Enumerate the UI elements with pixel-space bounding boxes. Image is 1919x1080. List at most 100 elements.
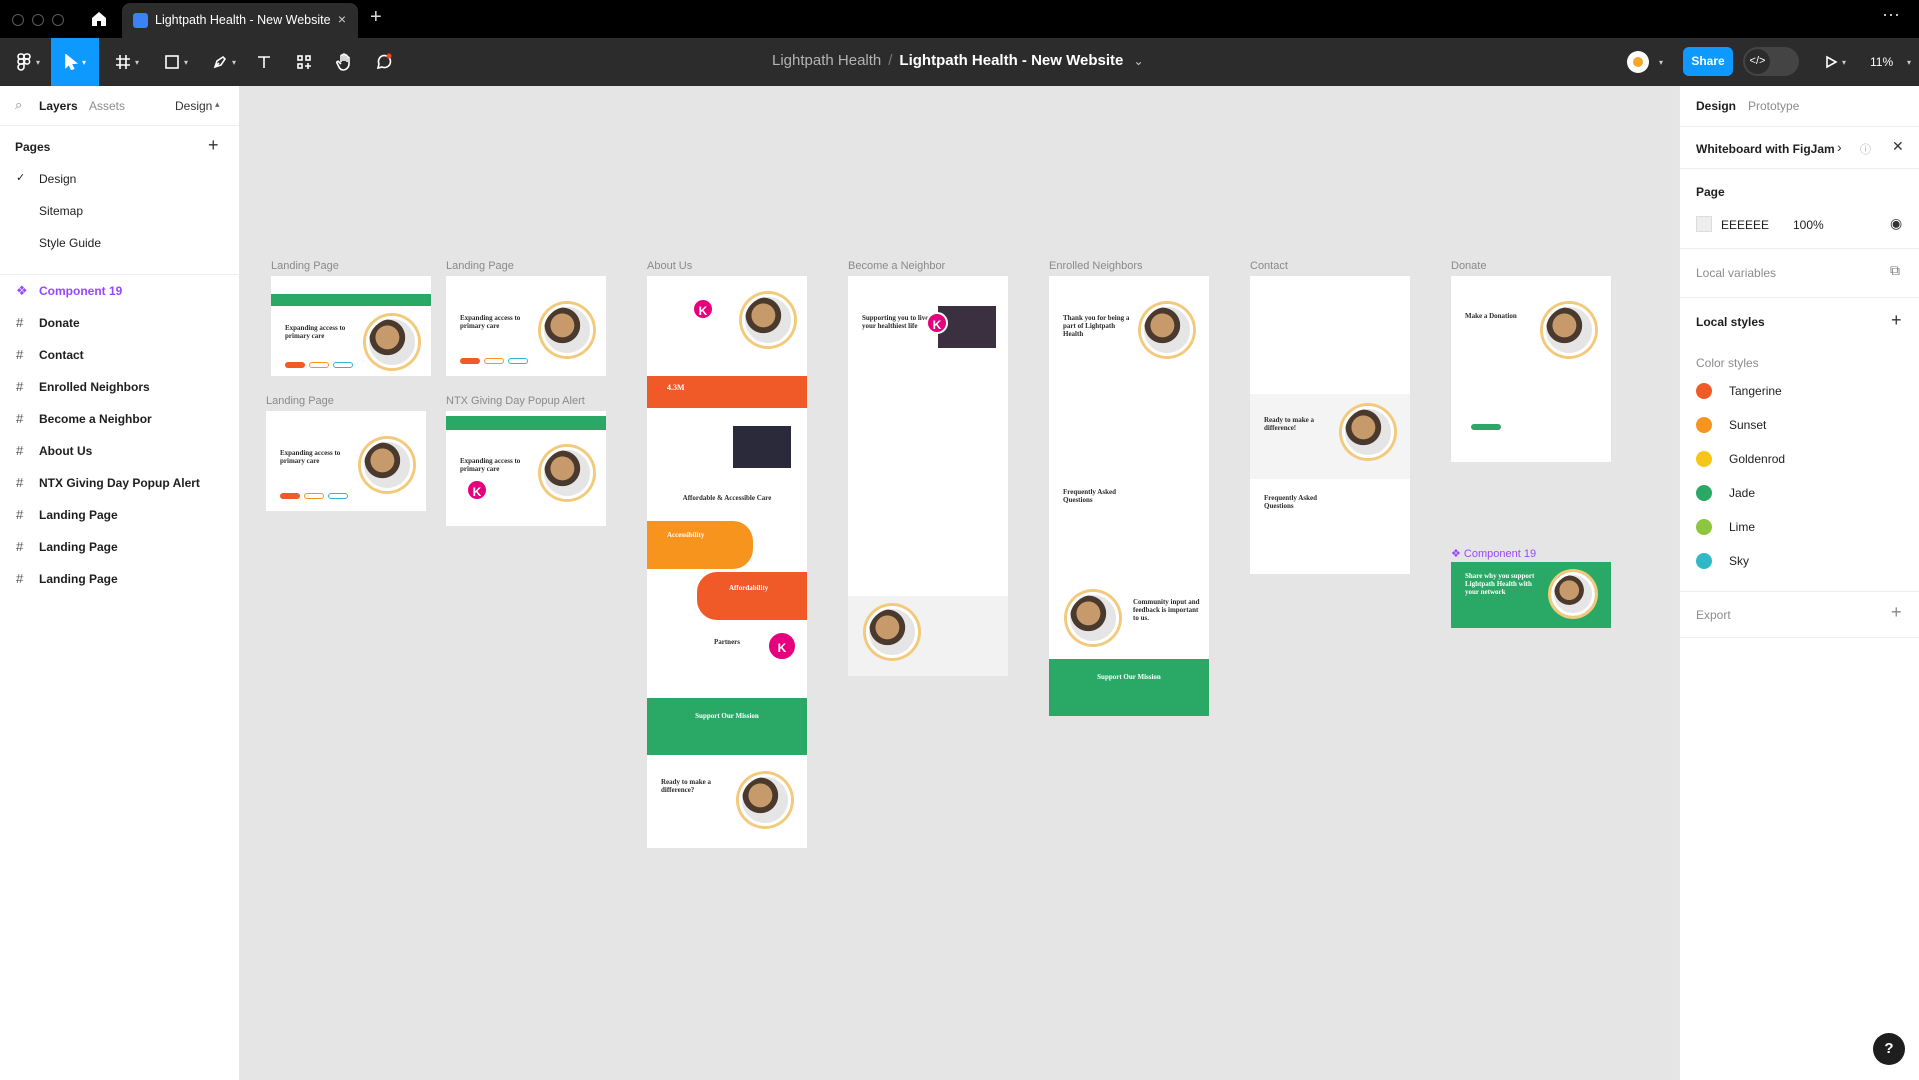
text-tool-button[interactable] <box>250 38 278 86</box>
eye-icon[interactable]: ◉ <box>1890 215 1902 232</box>
present-button[interactable]: ▾ <box>1817 38 1853 86</box>
layer-item-component-19[interactable]: ❖ Component 19 <box>0 276 240 306</box>
dev-mode-toggle[interactable]: </> <box>1743 47 1799 76</box>
color-style-name: Tangerine <box>1729 384 1782 398</box>
left-panel-tabs: ⌕ Layers Assets Design ▴ <box>0 86 239 126</box>
component-19[interactable]: Share why you support Lightpath Health w… <box>1451 562 1611 628</box>
page-item-style-guide[interactable]: Style Guide <box>0 229 240 257</box>
help-circle-icon[interactable]: ⓘ <box>1860 141 1871 157</box>
frame-tool-button[interactable]: ▾ <box>107 38 147 86</box>
new-tab-plus-icon[interactable]: + <box>370 6 382 29</box>
section-photo <box>1342 406 1394 458</box>
window-close-dot[interactable] <box>12 14 24 26</box>
section-photo <box>1067 592 1119 644</box>
frame-landing-page[interactable]: Expanding access to primary care <box>266 411 426 511</box>
left-sidebar: ⌕ Layers Assets Design ▴ Pages + ✓ Desig… <box>0 86 240 1080</box>
move-tool-button[interactable]: ▾ <box>51 38 99 86</box>
frame-landing-page[interactable]: Expanding access to primary care <box>271 276 431 376</box>
frame-label-enrolled-neighbors[interactable]: Enrolled Neighbors <box>1049 260 1143 272</box>
hand-tool-button[interactable] <box>330 38 358 86</box>
design-canvas[interactable]: Landing Page Expanding access to primary… <box>240 86 1679 1080</box>
layer-item-landing-page[interactable]: # Landing Page <box>0 500 240 530</box>
share-button[interactable]: Share <box>1683 47 1733 76</box>
chevron-right-icon[interactable]: › <box>1837 139 1842 155</box>
frame-about-us[interactable]: K 4.3M Affordable & Accessible Care Acce… <box>647 276 807 848</box>
page-color-swatch[interactable] <box>1696 216 1712 232</box>
frame-enrolled-neighbors[interactable]: Thank you for being a part of Lightpath … <box>1049 276 1209 716</box>
frame-icon: # <box>16 379 24 394</box>
help-button[interactable]: ? <box>1873 1033 1905 1065</box>
tab-assets[interactable]: Assets <box>89 99 125 113</box>
color-swatch <box>1696 451 1712 467</box>
chevron-down-icon[interactable]: ⌄ <box>1134 54 1144 68</box>
main-menu-button[interactable]: ▾ <box>8 38 48 86</box>
layer-item-ntx-giving-day[interactable]: # NTX Giving Day Popup Alert <box>0 468 240 498</box>
frame-label-become-a-neighbor[interactable]: Become a Neighbor <box>848 260 945 272</box>
page-opacity-value[interactable]: 100% <box>1793 218 1824 232</box>
frame-label-donate[interactable]: Donate <box>1451 260 1486 272</box>
hero-photo <box>366 316 418 368</box>
add-export-plus-icon[interactable]: + <box>1891 602 1902 623</box>
whiteboard-banner[interactable]: Whiteboard with FigJam <box>1696 142 1835 156</box>
tab-title: Lightpath Health - New Website <box>155 13 331 27</box>
more-icon[interactable]: ⋯ <box>1882 5 1901 26</box>
search-icon[interactable]: ⌕ <box>15 97 22 113</box>
team-name[interactable]: Lightpath Health <box>772 52 881 69</box>
window-zoom-dot[interactable] <box>52 14 64 26</box>
sliders-icon[interactable]: ⧉ <box>1890 262 1900 279</box>
home-icon[interactable] <box>88 8 110 30</box>
tab-layers[interactable]: Layers <box>39 99 78 113</box>
pen-tool-button[interactable]: ▾ <box>204 38 244 86</box>
cta-button <box>484 358 504 364</box>
zoom-level[interactable]: 11% <box>1870 55 1893 69</box>
layer-item-about-us[interactable]: # About Us <box>0 436 240 466</box>
layer-item-donate[interactable]: # Donate <box>0 308 240 338</box>
comment-tool-button[interactable] <box>370 38 398 86</box>
page-item-sitemap[interactable]: Sitemap <box>0 197 240 225</box>
frame-label-contact[interactable]: Contact <box>1250 260 1288 272</box>
user-avatar[interactable] <box>1627 51 1649 73</box>
add-page-plus-icon[interactable]: + <box>208 135 219 156</box>
shape-tool-button[interactable]: ▾ <box>156 38 196 86</box>
frame-label-landing-page[interactable]: Landing Page <box>271 260 339 272</box>
add-style-plus-icon[interactable]: + <box>1891 310 1902 331</box>
local-variables-label[interactable]: Local variables <box>1696 266 1776 280</box>
frame-label-landing-page[interactable]: Landing Page <box>266 395 334 407</box>
component-label[interactable]: ❖ Component 19 <box>1451 547 1536 560</box>
file-name[interactable]: Lightpath Health - New Website <box>899 52 1123 69</box>
page-label: Design <box>39 172 77 186</box>
page-item-design[interactable]: ✓ Design <box>0 165 240 193</box>
window-minimize-dot[interactable] <box>32 14 44 26</box>
page-selector[interactable]: Design <box>175 99 212 113</box>
divider <box>1680 297 1919 298</box>
tab-prototype[interactable]: Prototype <box>1748 99 1799 113</box>
frame-label-about-us[interactable]: About Us <box>647 260 692 272</box>
comment-icon <box>376 53 392 70</box>
chevron-down-icon[interactable]: ▾ <box>1659 58 1663 67</box>
export-label[interactable]: Export <box>1696 608 1731 622</box>
layer-item-contact[interactable]: # Contact <box>0 340 240 370</box>
close-icon[interactable]: × <box>338 11 346 27</box>
frame-landing-page[interactable]: Expanding access to primary care <box>446 276 606 376</box>
figma-logo-icon <box>17 53 31 71</box>
frame-label-ntx-popup[interactable]: NTX Giving Day Popup Alert <box>446 395 585 407</box>
frame-ntx-popup[interactable]: Expanding access to primary care K <box>446 411 606 526</box>
hand-icon <box>336 53 350 71</box>
frame-contact[interactable]: Ready to make a difference! Frequently A… <box>1250 276 1410 574</box>
layer-label: Component 19 <box>39 284 123 298</box>
layer-item-become-a-neighbor[interactable]: # Become a Neighbor <box>0 404 240 434</box>
layer-item-landing-page[interactable]: # Landing Page <box>0 564 240 594</box>
chevron-down-icon[interactable]: ▾ <box>1907 58 1911 67</box>
close-icon[interactable]: ✕ <box>1892 138 1904 155</box>
resources-tool-button[interactable] <box>290 38 318 86</box>
frame-label-landing-page[interactable]: Landing Page <box>446 260 514 272</box>
layer-item-landing-page[interactable]: # Landing Page <box>0 532 240 562</box>
page-color-value[interactable]: EEEEEE <box>1721 218 1769 232</box>
frame-icon <box>115 55 130 69</box>
frame-donate[interactable]: Make a Donation <box>1451 276 1611 462</box>
layer-item-enrolled-neighbors[interactable]: # Enrolled Neighbors <box>0 372 240 402</box>
tab-design[interactable]: Design <box>1696 99 1736 113</box>
browser-tab-active[interactable]: Lightpath Health - New Website × <box>122 3 358 38</box>
frame-become-a-neighbor[interactable]: Supporting you to live your healthiest l… <box>848 276 1008 676</box>
chevron-up-icon[interactable]: ▴ <box>215 99 220 110</box>
